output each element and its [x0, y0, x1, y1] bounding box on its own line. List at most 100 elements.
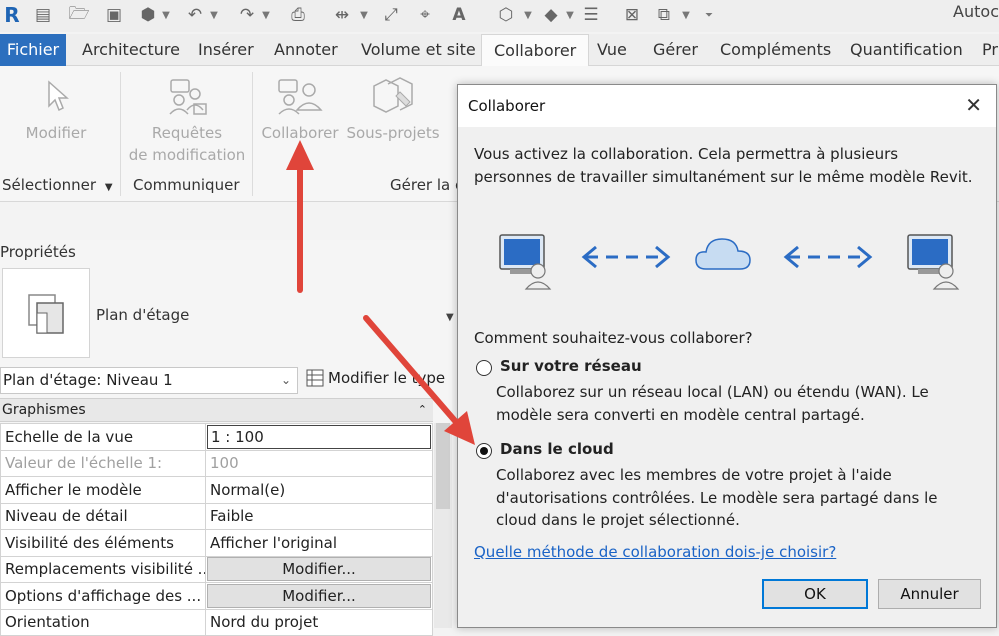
- ok-button[interactable]: OK: [762, 579, 868, 609]
- edit-requests-icon: [169, 79, 207, 115]
- worksets-label: Sous-projets: [346, 124, 440, 142]
- property-value[interactable]: Faible: [205, 502, 433, 530]
- option-cloud-label[interactable]: Dans le cloud: [500, 440, 614, 458]
- properties-table: Echelle de la vue 1 : 100 Valeur de l'éc…: [0, 423, 433, 636]
- 3d-view-icon[interactable]: ⬡: [494, 4, 518, 26]
- close-hidden-icon[interactable]: ⊠: [620, 4, 644, 26]
- property-value: Modifier...: [205, 555, 433, 583]
- cursor-arrow-icon: [48, 80, 69, 112]
- collaborate-button[interactable]: Collaborer: [256, 76, 344, 144]
- properties-title: Propriétés: [0, 243, 76, 261]
- chevron-down-icon[interactable]: ▼: [358, 4, 370, 26]
- tab-complements[interactable]: Compléments: [720, 34, 831, 66]
- tab-fichier[interactable]: Fichier: [0, 34, 66, 66]
- edit-type-button[interactable]: Modifier le type: [306, 369, 445, 387]
- tab-inserer[interactable]: Insérer: [198, 34, 254, 66]
- property-key: Niveau de détail: [0, 502, 206, 530]
- tab-annoter[interactable]: Annoter: [274, 34, 338, 66]
- tab-volume-et-site[interactable]: Volume et site: [361, 34, 476, 66]
- table-row: Options d'affichage des ... Modifier...: [0, 582, 433, 610]
- requests-label-line1: Requêtes: [151, 124, 223, 142]
- tab-gerer[interactable]: Gérer: [653, 34, 698, 66]
- panel-select-label: Sélectionner: [2, 176, 97, 194]
- dimension-icon[interactable]: ⤢: [380, 4, 402, 26]
- sync-icon[interactable]: ⬢: [137, 4, 159, 26]
- collaborate-dialog: Collaborer ✕ Vous activez la collaborati…: [457, 84, 997, 628]
- table-row: Echelle de la vue 1 : 100: [0, 423, 433, 451]
- measure-icon[interactable]: ⇹: [330, 4, 354, 26]
- tab-vue[interactable]: Vue: [597, 34, 627, 66]
- print-icon[interactable]: ⎙: [286, 4, 310, 26]
- tab-quantification[interactable]: Quantification: [850, 34, 963, 66]
- modify-button[interactable]: Modifier: [14, 76, 98, 144]
- quick-access-toolbar: R ▤ 🗁 ▣ ⬢ ▼ ↶ ▼ ↷ ▼ ⎙ ⇹ ▼ ⤢ ⌖ A ⬡ ▼ ◆ ▼ …: [0, 0, 999, 32]
- save-icon[interactable]: ▣: [103, 4, 125, 26]
- open-folder-icon[interactable]: 🗁: [68, 4, 90, 26]
- home-icon[interactable]: ▤: [32, 4, 54, 26]
- edit-overrides-button[interactable]: Modifier...: [207, 557, 431, 582]
- chevron-down-icon[interactable]: ▼: [208, 4, 220, 26]
- option-cloud-description: Collaborez avec les membres de votre pro…: [496, 466, 938, 529]
- type-dropdown-icon[interactable]: ▼: [446, 312, 454, 323]
- close-icon[interactable]: ✕: [965, 93, 982, 117]
- property-key: Remplacements visibilité ...: [0, 555, 206, 583]
- dialog-body: Vous activez la collaboration. Cela perm…: [458, 127, 996, 627]
- scale-input[interactable]: 1 : 100: [207, 424, 431, 449]
- tab-collaborer[interactable]: Collaborer: [481, 34, 590, 67]
- redo-icon[interactable]: ↷: [236, 4, 258, 26]
- worksets-button[interactable]: Sous-projets: [344, 76, 442, 144]
- table-row: Niveau de détail Faible: [0, 502, 433, 530]
- table-row: Valeur de l'échelle 1: 100: [0, 449, 433, 477]
- switch-windows-icon[interactable]: ⧉: [652, 4, 676, 26]
- option-network[interactable]: Sur votre réseau Collaborez sur un résea…: [474, 357, 979, 425]
- properties-palette: Propriétés Plan d'étage ▼ Plan d'étage: …: [0, 240, 454, 636]
- text-icon[interactable]: A: [448, 4, 470, 26]
- property-value[interactable]: 1 : 100: [205, 423, 433, 451]
- panel-communicate: Communiquer: [133, 176, 240, 194]
- requests-label-line2: de modification: [128, 146, 246, 164]
- dialog-title: Collaborer: [468, 97, 546, 115]
- modify-label: Modifier: [25, 124, 87, 142]
- property-value[interactable]: Afficher l'original: [205, 529, 433, 557]
- thin-lines-icon[interactable]: ☰: [580, 4, 602, 26]
- chevron-down-icon[interactable]: ▼: [522, 4, 534, 26]
- cancel-button[interactable]: Annuler: [878, 579, 981, 609]
- collapse-icon[interactable]: ⌃: [418, 399, 427, 421]
- table-row: Visibilité des éléments Afficher l'origi…: [0, 529, 433, 557]
- chevron-down-icon[interactable]: ▼: [680, 4, 692, 26]
- help-link[interactable]: Quelle méthode de collaboration dois-je …: [474, 543, 836, 561]
- panel-select[interactable]: Sélectionner ▼: [2, 176, 113, 194]
- customize-qat-icon[interactable]: ⏷: [702, 4, 716, 26]
- type-name: Plan d'étage: [96, 306, 190, 324]
- group-header-graphismes[interactable]: Graphismes ⌃: [0, 398, 433, 422]
- type-preview[interactable]: [2, 268, 90, 358]
- property-key: Visibilité des éléments: [0, 529, 206, 557]
- chevron-down-icon[interactable]: ▼: [160, 4, 172, 26]
- chevron-down-icon[interactable]: ▼: [564, 4, 576, 26]
- tag-icon[interactable]: ⌖: [414, 4, 436, 26]
- scrollbar-thumb[interactable]: [436, 423, 450, 509]
- option-cloud[interactable]: Dans le cloud Collaborez avec les membre…: [474, 440, 979, 532]
- radio-cloud[interactable]: [476, 443, 492, 459]
- revit-logo-icon[interactable]: R: [2, 3, 22, 27]
- undo-icon[interactable]: ↶: [184, 4, 206, 26]
- floor-plan-icon: [28, 294, 64, 334]
- instance-selector-value: Plan d'étage: Niveau 1: [3, 371, 173, 389]
- tab-overflow[interactable]: Pr: [982, 34, 998, 66]
- edit-type-label: Modifier le type: [328, 369, 446, 387]
- edit-requests-button[interactable]: Requêtes de modification: [124, 76, 250, 166]
- worksets-icon: [373, 77, 413, 113]
- option-network-label[interactable]: Sur votre réseau: [500, 357, 642, 375]
- cloud-icon: [695, 238, 751, 270]
- property-value[interactable]: Normal(e): [205, 476, 433, 504]
- tab-architecture[interactable]: Architecture: [82, 34, 180, 66]
- instance-selector[interactable]: Plan d'étage: Niveau 1 ⌄: [0, 367, 298, 394]
- double-arrow-icon: [783, 245, 873, 269]
- ribbon-separator: [120, 72, 121, 196]
- section-icon[interactable]: ◆: [540, 4, 562, 26]
- edit-display-options-button[interactable]: Modifier...: [207, 583, 431, 608]
- option-network-description: Collaborez sur un réseau local (LAN) ou …: [496, 383, 929, 424]
- radio-network[interactable]: [476, 360, 492, 376]
- chevron-down-icon[interactable]: ▼: [260, 4, 272, 26]
- property-value[interactable]: Nord du projet: [205, 608, 433, 636]
